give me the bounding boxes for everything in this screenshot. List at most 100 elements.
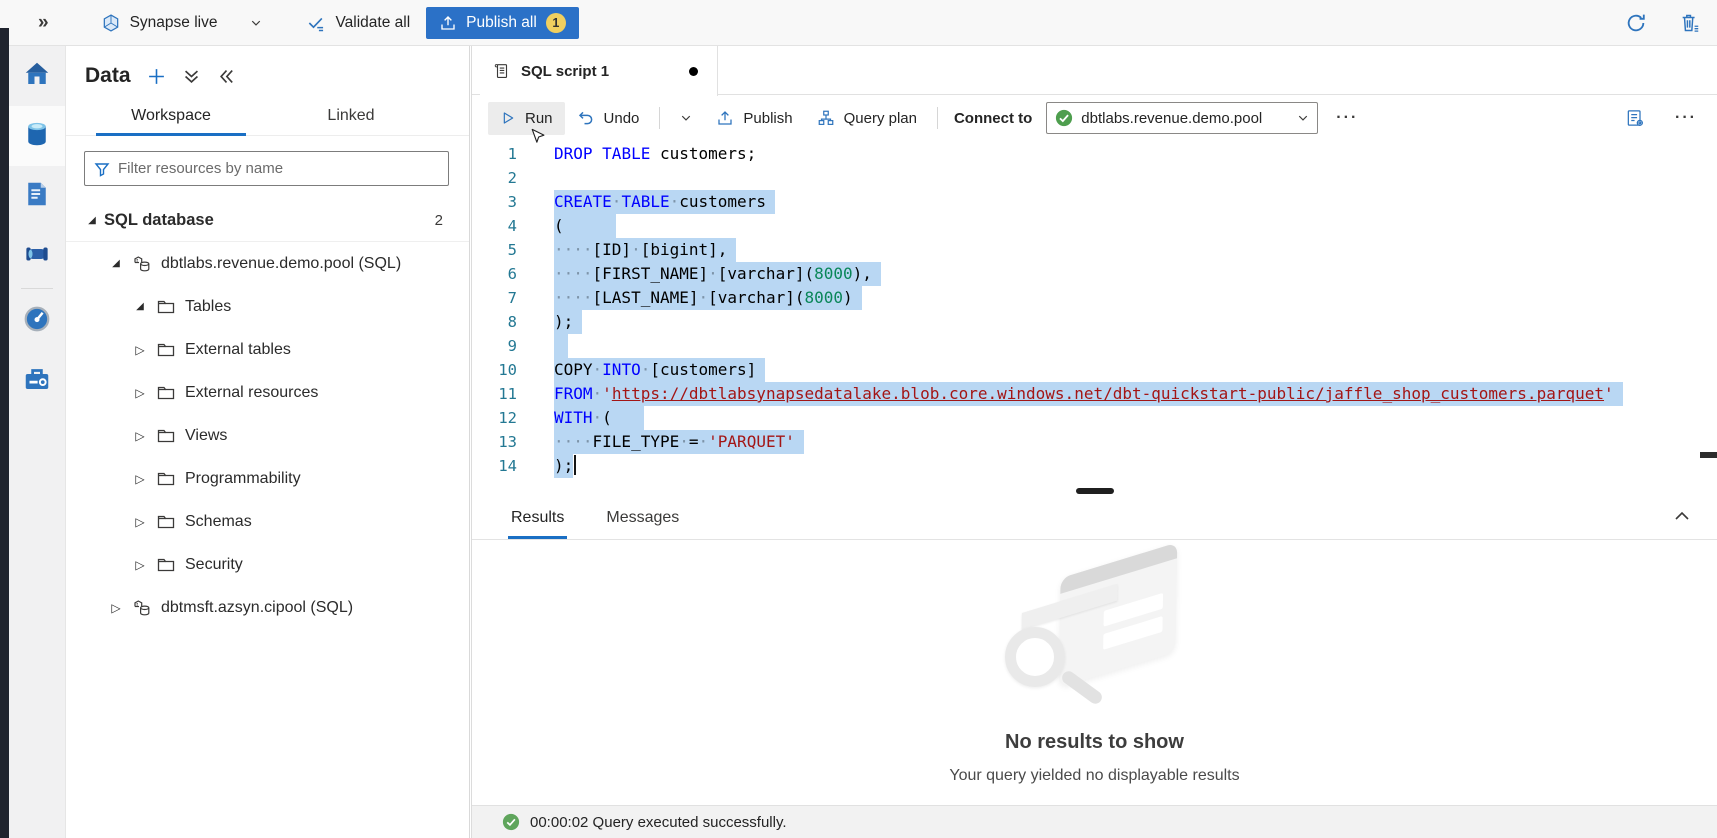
sidebar-item-data[interactable] (9, 106, 65, 166)
sql-pool-icon (132, 598, 152, 618)
code-editor[interactable]: 1DROP TABLE customers;23CREATE·TABLE·cus… (472, 140, 1717, 492)
filter-box (84, 151, 449, 186)
code-line-3[interactable]: 3CREATE·TABLE·customers (472, 190, 1717, 214)
publish-count-badge: 1 (546, 13, 566, 33)
tree-item-label: Schemas (185, 513, 252, 531)
line-number: 7 (472, 286, 517, 310)
tree-item-external-tables[interactable]: ▷External tables (66, 328, 469, 371)
chevron-down-icon (1297, 112, 1309, 124)
scrollbar-cursor-marker[interactable] (1700, 452, 1717, 458)
collapse-panel-icon[interactable] (217, 67, 236, 86)
tab-sql-script-1[interactable]: SQL script 1 (480, 46, 718, 96)
tree-item-security[interactable]: ▷ Security (66, 543, 469, 586)
run-button[interactable]: Run (488, 102, 565, 135)
pool-select-dropdown[interactable]: dbtlabs.revenue.demo.pool (1046, 102, 1318, 134)
script-settings-icon[interactable] (1625, 108, 1645, 128)
filter-input[interactable] (118, 160, 439, 177)
discard-icon[interactable] (1679, 12, 1701, 34)
undo-label: Undo (604, 110, 640, 127)
publish-label: Publish (743, 110, 792, 127)
folder-icon (156, 340, 176, 360)
code-line-5[interactable]: 5····[ID]·[bigint], (472, 238, 1717, 262)
resource-tree: ◢SQL database2◢dbtlabs.revenue.demo.pool… (66, 199, 469, 629)
sidebar-item-develop[interactable] (9, 166, 65, 226)
tab-linked[interactable]: Linked (276, 96, 426, 135)
line-number: 8 (472, 310, 517, 334)
toolbar-more-button[interactable]: ··· (1336, 109, 1358, 127)
code-line-8[interactable]: 8); (472, 310, 1717, 334)
triangle-expanded-icon[interactable]: ◢ (128, 301, 152, 312)
code-line-9[interactable]: 9 (472, 334, 1717, 358)
line-number: 6 (472, 262, 517, 286)
mode-selector[interactable]: Synapse live (101, 13, 263, 33)
undo-icon (577, 109, 595, 127)
activity-bar (9, 46, 66, 838)
editor-more-button[interactable]: ··· (1675, 109, 1697, 127)
sidebar-item-monitor[interactable] (9, 291, 65, 351)
validate-all-button[interactable]: Validate all (306, 13, 410, 33)
tab-results[interactable]: Results (508, 497, 567, 539)
refresh-icon[interactable] (1625, 12, 1647, 34)
code-line-7[interactable]: 7····[LAST_NAME]·[varchar](8000) (472, 286, 1717, 310)
sidebar-item-integrate[interactable] (9, 226, 65, 286)
tab-workspace[interactable]: Workspace (96, 96, 246, 135)
code-line-1[interactable]: 1DROP TABLE customers; (472, 142, 1717, 166)
code-line-14[interactable]: 14); (472, 454, 1717, 478)
tree-item-schemas[interactable]: ▷ Schemas (66, 500, 469, 543)
double-chevron-right-icon[interactable]: » (38, 12, 49, 34)
sidebar-item-manage[interactable] (9, 351, 65, 411)
code-line-12[interactable]: 12WITH·( (472, 406, 1717, 430)
triangle-collapsed-icon[interactable]: ▷ (128, 429, 152, 443)
triangle-collapsed-icon[interactable]: ▷ (128, 472, 152, 486)
empty-state-title: No results to show (472, 731, 1717, 754)
tree-item-views[interactable]: ▷Views (66, 414, 469, 457)
triangle-collapsed-icon[interactable]: ▷ (128, 343, 152, 357)
folder-icon (156, 512, 176, 532)
line-number: 9 (472, 334, 517, 358)
triangle-expanded-icon[interactable]: ◢ (104, 258, 128, 269)
tree-item-sql-database[interactable]: ◢SQL database2 (66, 199, 469, 242)
line-number: 1 (472, 142, 517, 166)
data-panel-tabs: Workspace Linked (66, 96, 469, 136)
code-line-11[interactable]: 11FROM·'https://dbtlabsynapsedatalake.bl… (472, 382, 1717, 406)
publish-button[interactable]: Publish (704, 101, 804, 135)
tree-item-external-resources[interactable]: ▷External resources (66, 371, 469, 414)
editor-toolbar: Run Undo Publish Query plan Connect to (472, 96, 1717, 140)
triangle-collapsed-icon[interactable]: ▷ (128, 515, 152, 529)
sidebar-item-home[interactable] (9, 46, 65, 106)
publish-all-button[interactable]: Publish all 1 (426, 7, 579, 39)
folder-icon (156, 555, 176, 575)
unsaved-indicator-dot (689, 67, 698, 76)
collapse-results-chevron-up-icon[interactable] (1673, 507, 1691, 525)
status-bar: 00:00:02 Query executed successfully. (472, 805, 1717, 838)
success-check-icon (502, 813, 520, 831)
panel-resize-handle[interactable] (1076, 488, 1114, 494)
tree-item-label: Programmability (185, 470, 301, 488)
run-label: Run (525, 110, 553, 127)
line-number: 10 (472, 358, 517, 382)
undo-dropdown-button[interactable] (668, 104, 704, 132)
code-line-10[interactable]: 10COPY·INTO·[customers] (472, 358, 1717, 382)
code-line-4[interactable]: 4( (472, 214, 1717, 238)
tab-messages[interactable]: Messages (603, 497, 682, 539)
tree-item-tables[interactable]: ◢Tables (66, 285, 469, 328)
double-chevron-down-icon[interactable] (182, 67, 201, 86)
triangle-expanded-icon[interactable]: ◢ (80, 215, 104, 226)
add-resource-icon[interactable] (147, 67, 166, 86)
validate-icon (306, 13, 326, 33)
tree-item-dbtlabs-revenue-demo-pool-sql[interactable]: ◢dbtlabs.revenue.demo.pool (SQL) (66, 242, 469, 285)
undo-button[interactable]: Undo (565, 101, 652, 135)
tree-item-label: Security (185, 556, 243, 574)
query-plan-button[interactable]: Query plan (805, 101, 929, 135)
script-icon (493, 62, 511, 80)
code-line-13[interactable]: 13····FILE_TYPE·=·'PARQUET' (472, 430, 1717, 454)
tree-item-programmability[interactable]: ▷ Programmability (66, 457, 469, 500)
code-line-6[interactable]: 6····[FIRST_NAME]·[varchar](8000), (472, 262, 1717, 286)
triangle-collapsed-icon[interactable]: ▷ (104, 601, 128, 615)
toolbar-divider (937, 107, 938, 129)
folder-icon (156, 297, 176, 317)
tree-item-dbtmsft-azsyn-cipool-sql[interactable]: ▷dbtmsft.azsyn.cipool (SQL) (66, 586, 469, 629)
code-line-2[interactable]: 2 (472, 166, 1717, 190)
triangle-collapsed-icon[interactable]: ▷ (128, 386, 152, 400)
triangle-collapsed-icon[interactable]: ▷ (128, 558, 152, 572)
